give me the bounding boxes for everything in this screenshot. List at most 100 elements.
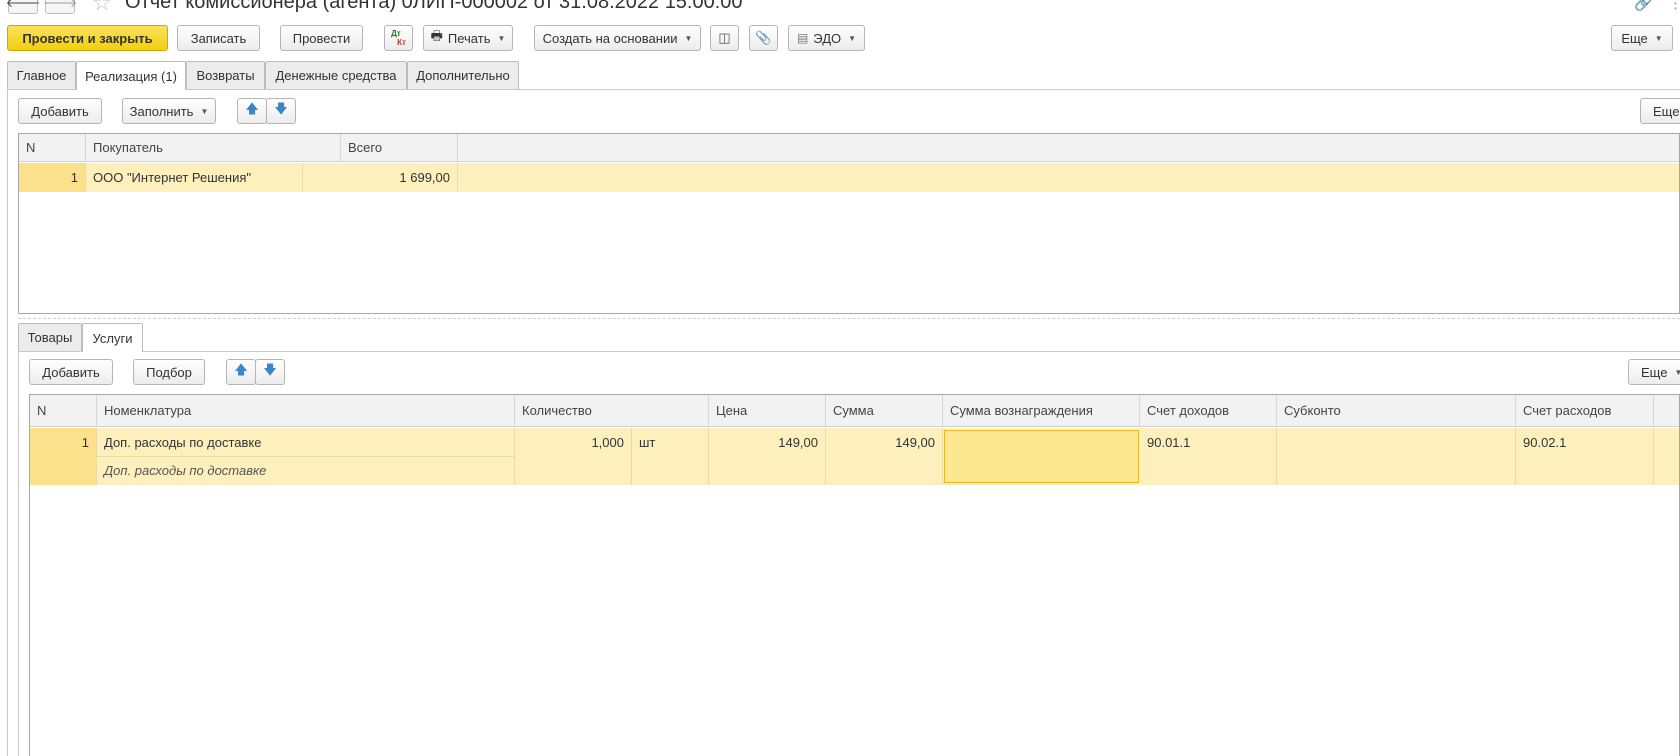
tab-additional[interactable]: Дополнительно	[407, 61, 519, 89]
more-vertical-icon[interactable]: ⋮	[1668, 0, 1680, 12]
link-icon[interactable]: 🔗	[1634, 0, 1653, 12]
chevron-down-icon: ▼	[1674, 367, 1680, 377]
services-pick-label: Подбор	[146, 364, 192, 380]
attach-button[interactable]: 📎	[749, 25, 778, 51]
edo-icon: ▤	[796, 31, 809, 45]
services-cell-n: 1	[30, 428, 97, 485]
col-sum[interactable]: Сумма	[826, 395, 943, 427]
col-n[interactable]: N	[19, 134, 86, 162]
services-table-header: N Номенклатура Количество Цена Сумма Сум…	[30, 395, 1679, 427]
post-label: Провести	[292, 30, 351, 46]
chevron-down-icon: ▼	[1654, 33, 1663, 43]
services-pick-button[interactable]: Подбор	[133, 359, 205, 385]
edo-label: ЭДО	[813, 30, 842, 46]
services-add-button[interactable]: Добавить	[29, 359, 113, 385]
subtabs-divider	[18, 351, 1680, 352]
sales-cell-buyer[interactable]: ООО "Интернет Решения"	[86, 163, 303, 192]
col-total[interactable]: Всего	[341, 134, 458, 162]
col-nomenclature[interactable]: Номенклатура	[97, 395, 515, 427]
col-n[interactable]: N	[30, 395, 97, 427]
create-based-on-button[interactable]: Создать на основании ▼	[534, 25, 701, 51]
sales-fill-button[interactable]: Заполнить ▼	[122, 98, 216, 124]
services-cell-price[interactable]: 149,00	[709, 428, 826, 485]
sales-table: N Покупатель Всего 1 ООО "Интернет Решен…	[18, 133, 1680, 314]
back-button[interactable]: 🡐	[5, 0, 41, 14]
col-expense-account[interactable]: Счет расходов	[1516, 395, 1654, 427]
tab-services[interactable]: Услуги	[82, 323, 143, 352]
services-more-label: Еще	[1641, 364, 1668, 380]
sales-move-down-button[interactable]: 🡇	[266, 98, 296, 124]
sales-more-label: Еще	[1653, 103, 1680, 119]
splitter[interactable]	[18, 318, 1680, 319]
tab-money[interactable]: Денежные средства	[265, 61, 407, 89]
table-row[interactable]: 1 ООО "Интернет Решения" 1 699,00	[19, 163, 1679, 192]
chevron-down-icon: ▼	[497, 33, 506, 43]
services-cell-reward-sum[interactable]	[944, 430, 1139, 483]
favorite-star-icon[interactable]: ☆	[92, 0, 112, 16]
services-table: N Номенклатура Количество Цена Сумма Сум…	[29, 394, 1680, 756]
arrow-left-icon: 🡐	[5, 0, 41, 10]
services-cell-expense-account[interactable]: 90.02.1	[1516, 428, 1654, 485]
services-add-label: Добавить	[42, 364, 100, 380]
sales-move-up-button[interactable]: 🡅	[237, 98, 267, 124]
chevron-down-icon: ▼	[848, 33, 857, 43]
tab-sales-label: Реализация (1)	[85, 68, 177, 84]
more-label: Еще	[1621, 30, 1648, 46]
dt-kt-icon: Дт Кт	[391, 29, 406, 47]
services-move-up-button[interactable]: 🡅	[226, 359, 256, 385]
arrow-up-icon: 🡅	[234, 362, 248, 377]
tab-additional-label: Дополнительно	[416, 68, 510, 83]
edo-button[interactable]: ▤ ЭДО ▼	[788, 25, 865, 51]
tab-returns[interactable]: Возвраты	[186, 61, 265, 89]
create-based-on-label: Создать на основании	[542, 30, 678, 46]
services-cell-income-account[interactable]: 90.01.1	[1140, 428, 1277, 485]
services-move-down-button[interactable]: 🡇	[255, 359, 285, 385]
post-and-close-button[interactable]: Провести и закрыть	[7, 25, 168, 51]
services-cell-nomenclature-content[interactable]: Доп. расходы по доставке	[97, 457, 515, 485]
structure-button[interactable]: ◫	[710, 25, 739, 51]
col-buyer[interactable]: Покупатель	[86, 134, 341, 162]
tab-sales[interactable]: Реализация (1)	[76, 61, 186, 90]
col-reward-sum[interactable]: Сумма вознаграждения	[943, 395, 1140, 427]
table-row[interactable]: 1 Доп. расходы по доставке Доп. расходы …	[30, 428, 1679, 485]
tab-returns-label: Возвраты	[196, 68, 255, 83]
col-income-account[interactable]: Счет доходов	[1140, 395, 1277, 427]
chevron-down-icon: ▼	[684, 33, 693, 43]
paperclip-icon: 📎	[755, 30, 772, 45]
col-price[interactable]: Цена	[709, 395, 826, 427]
services-cell-sum[interactable]: 149,00	[826, 428, 943, 485]
services-cell-unit[interactable]: шт	[632, 428, 709, 485]
sales-table-header: N Покупатель Всего	[19, 134, 1679, 162]
sales-cell-n: 1	[19, 163, 86, 192]
services-more-button[interactable]: Еще ▼	[1628, 359, 1680, 385]
forward-button[interactable]: 🡒	[43, 0, 77, 14]
tab-main-label: Главное	[16, 68, 67, 83]
print-button[interactable]: 🖶 Печать ▼	[423, 25, 513, 51]
services-cell-subconto[interactable]	[1277, 428, 1516, 485]
arrow-down-icon: 🡇	[263, 362, 277, 377]
arrow-up-icon: 🡅	[245, 101, 259, 116]
tab-money-label: Денежные средства	[275, 68, 397, 83]
save-label: Записать	[190, 30, 247, 46]
more-button[interactable]: Еще ▼	[1611, 25, 1673, 51]
window-title: Отчет комиссионера (агента) 0ЛИП-000002 …	[125, 0, 743, 13]
panel-left-border	[7, 89, 8, 756]
tab-goods[interactable]: Товары	[18, 323, 82, 351]
post-button[interactable]: Провести	[280, 25, 363, 51]
post-and-close-label: Провести и закрыть	[22, 30, 153, 46]
tab-main[interactable]: Главное	[7, 61, 76, 89]
sales-add-button[interactable]: Добавить	[18, 98, 102, 124]
services-cell-quantity[interactable]: 1,000	[515, 428, 632, 485]
dt-kt-button[interactable]: Дт Кт	[384, 25, 413, 51]
save-button[interactable]: Записать	[177, 25, 260, 51]
services-cell-nomenclature[interactable]: Доп. расходы по доставке	[97, 428, 515, 457]
tabs-divider	[7, 89, 1680, 90]
col-subconto[interactable]: Субконто	[1277, 395, 1516, 427]
sales-cell-total[interactable]: 1 699,00	[341, 163, 458, 192]
print-label: Печать	[447, 30, 491, 46]
col-quantity[interactable]: Количество	[515, 395, 709, 427]
sales-more-button[interactable]: Еще	[1640, 98, 1680, 124]
printer-icon: 🖶	[430, 28, 443, 43]
hierarchy-icon: ◫	[718, 30, 731, 45]
chevron-down-icon: ▼	[200, 106, 209, 116]
